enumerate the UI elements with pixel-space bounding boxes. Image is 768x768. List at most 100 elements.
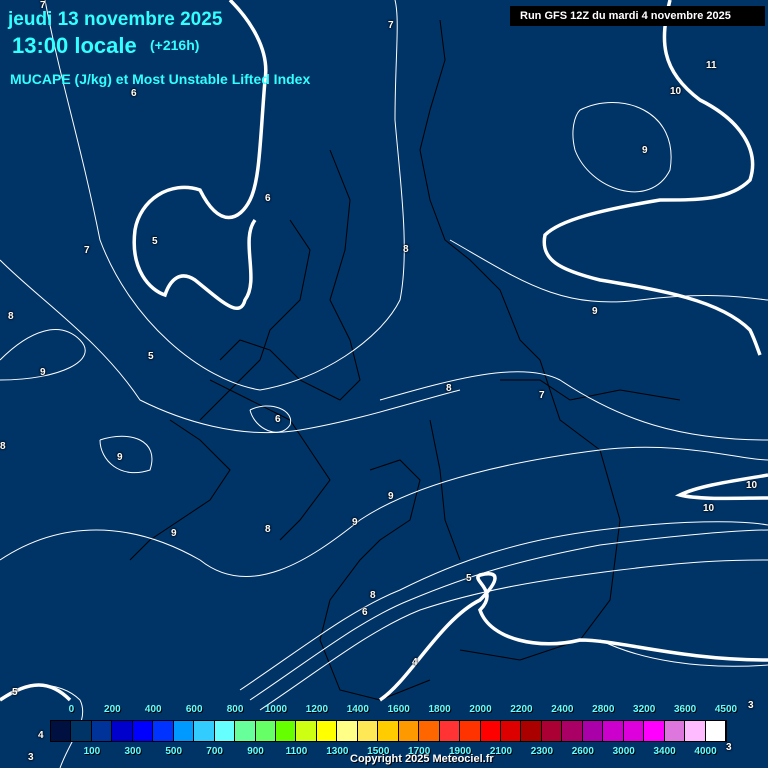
colorbar-swatch (112, 721, 133, 741)
colorbar-swatch (337, 721, 358, 741)
colorbar-swatch (460, 721, 481, 741)
colorbar-swatch (439, 721, 461, 741)
colorbar-swatch (664, 721, 686, 741)
colorbar-top-label: 2400 (551, 704, 574, 715)
colorbar-swatch (214, 721, 236, 741)
contour-label: 5 (466, 573, 472, 584)
colorbar-swatch (153, 721, 174, 741)
contour-label: 9 (642, 145, 648, 156)
contour-label: 6 (131, 88, 137, 99)
colorbar-swatch (296, 721, 317, 741)
colorbar-swatch (357, 721, 379, 741)
contour-label: 7 (388, 20, 394, 31)
colorbar-swatch (603, 721, 624, 741)
contour-label: 6 (275, 414, 281, 425)
colorbar-swatch (255, 721, 276, 741)
model-run-label: Run GFS 12Z du mardi 4 novembre 2025 (510, 6, 765, 26)
colorbar-bottom-label: 900 (247, 746, 264, 757)
colorbar-top-label: 3200 (633, 704, 656, 715)
contour-label: 9 (352, 517, 358, 528)
colorbar-bottom-label: 2300 (530, 746, 554, 757)
contour-label: 9 (388, 491, 394, 502)
contour-label: 8 (403, 244, 409, 255)
contour-label: 6 (265, 193, 271, 204)
colorbar-bottom-label: 700 (206, 746, 223, 757)
colorbar-top-label: 200 (104, 704, 121, 715)
contour-label: 7 (539, 390, 545, 401)
colorbar-swatch (685, 721, 706, 741)
contour-label: 10 (746, 480, 758, 491)
colorbar-swatch (398, 721, 420, 741)
contour-label: 7 (84, 245, 90, 256)
colorbar-bottom-label: 4000 (694, 746, 717, 757)
product-title: MUCAPE (J/kg) et Most Unstable Lifted In… (10, 71, 311, 87)
colorbar-swatch (51, 721, 72, 741)
colorbar-swatch (194, 721, 215, 741)
contour-label: 8 (0, 441, 6, 452)
colorbar-bottom-label: 3000 (612, 746, 635, 757)
colorbar-top-label: 800 (226, 704, 244, 715)
weather-map (0, 0, 768, 768)
contour-label: 5 (148, 351, 154, 362)
colorbar-top-label: 2200 (510, 704, 533, 715)
contour-label: 9 (117, 452, 123, 463)
colorbar-swatch (91, 721, 113, 741)
contour-label: 6 (362, 607, 368, 618)
contour-label: 9 (592, 306, 598, 317)
contour-label: 8 (446, 383, 452, 394)
contour-label: 3 (28, 752, 34, 763)
colorbar-top-label: 0 (68, 704, 75, 715)
colorbar-swatch (71, 721, 92, 741)
colorbar-bottom-label: 100 (83, 746, 101, 757)
contour-label: 5 (152, 236, 158, 247)
colorbar-swatch (480, 721, 501, 741)
colorbar-top-label: 1800 (428, 704, 451, 715)
colorbar-bottom-label: 1300 (326, 746, 349, 757)
colorbar-top-label: 1600 (387, 704, 410, 715)
colorbar-swatch (419, 721, 440, 741)
contour-label: 8 (370, 590, 376, 601)
forecast-lead-time: (+216h) (150, 37, 200, 53)
colorbar-bottom-label: 500 (165, 746, 183, 757)
colorbar-swatch (173, 721, 195, 741)
contour-label: 5 (12, 687, 18, 698)
colorbar-swatch (582, 721, 604, 741)
copyright: Copyright 2025 Meteociel.fr (350, 753, 494, 765)
contour-label: 8 (265, 524, 271, 535)
li-contours-thick (0, 0, 768, 702)
contour-label: 3 (748, 700, 754, 711)
colorbar-swatch (705, 721, 726, 741)
colorbar-swatch (235, 721, 256, 741)
contour-label: 8 (8, 311, 14, 322)
colorbar-swatch (275, 721, 297, 741)
contour-label: 9 (40, 367, 46, 378)
colorbar-top-label: 4500 (714, 704, 738, 715)
colorbar-bottom-label: 1100 (285, 746, 308, 757)
colorbar-swatch (316, 721, 338, 741)
colorbar-swatch (521, 721, 542, 741)
colorbar-swatch (132, 721, 154, 741)
colorbar-swatch (378, 721, 399, 741)
colorbar-top-label: 2800 (592, 704, 615, 715)
colorbar-top-label: 3600 (673, 704, 697, 715)
contour-label: 3 (726, 742, 732, 753)
contour-label: 4 (412, 657, 418, 668)
contour-label: 4 (38, 730, 44, 741)
coastlines (129, 19, 681, 701)
forecast-time: 13:00 locale (12, 33, 137, 58)
colorbar-bottom-label: 300 (124, 746, 142, 757)
colorbar-bottom-label: 2600 (571, 746, 594, 757)
colorbar-top-label: 1200 (305, 704, 329, 715)
contour-label: 9 (171, 528, 177, 539)
colorbar-bottom-label: 3400 (653, 746, 676, 757)
li-contours-thin (0, 0, 768, 768)
colorbar-swatch (562, 721, 583, 741)
colorbar-top-label: 400 (144, 704, 162, 715)
mucape-colorbar (50, 720, 727, 742)
colorbar-swatch (623, 721, 645, 741)
colorbar-swatch (500, 721, 522, 741)
colorbar-top-label: 1000 (264, 704, 288, 715)
contour-label: 11 (706, 60, 717, 71)
contour-label: 10 (670, 86, 682, 97)
colorbar-top-label: 2000 (469, 704, 492, 715)
